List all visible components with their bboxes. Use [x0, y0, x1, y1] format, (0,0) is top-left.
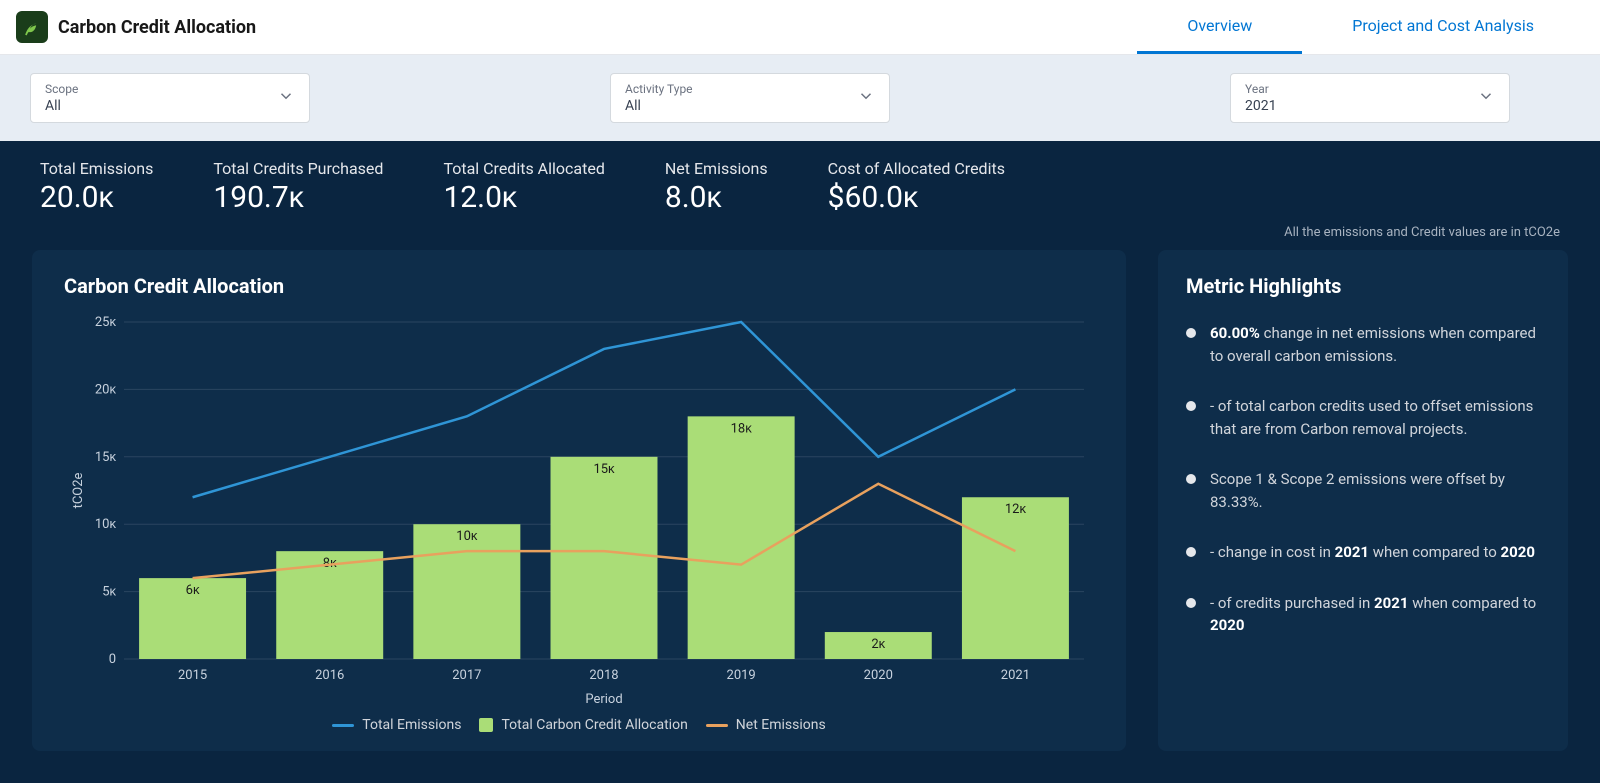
highlights-title: Metric Highlights — [1186, 274, 1540, 298]
kpi-value: 20.0ᴋ — [40, 180, 153, 215]
chevron-down-icon — [1477, 87, 1495, 109]
kpi-label: Cost of Allocated Credits — [828, 159, 1005, 178]
svg-text:10ᴋ: 10ᴋ — [95, 517, 117, 532]
bullet-icon — [1186, 598, 1196, 608]
svg-text:2015: 2015 — [178, 668, 207, 683]
page-title: Carbon Credit Allocation — [58, 17, 256, 38]
header-bar: Carbon Credit Allocation Overview Projec… — [0, 0, 1600, 55]
chart-svg: 05ᴋ10ᴋ15ᴋ20ᴋ25ᴋ6ᴋ8ᴋ10ᴋ15ᴋ18ᴋ2ᴋ12ᴋ2015201… — [64, 312, 1094, 709]
svg-text:18ᴋ: 18ᴋ — [731, 421, 753, 436]
svg-text:5ᴋ: 5ᴋ — [102, 585, 116, 600]
filter-year-value: 2021 — [1245, 98, 1495, 114]
leaf-icon — [22, 17, 42, 37]
bullet-icon — [1186, 401, 1196, 411]
filter-year-label: Year — [1245, 82, 1495, 96]
bullet-icon — [1186, 328, 1196, 338]
chart-area: 05ᴋ10ᴋ15ᴋ20ᴋ25ᴋ6ᴋ8ᴋ10ᴋ15ᴋ18ᴋ2ᴋ12ᴋ2015201… — [64, 312, 1094, 709]
kpi-value: $60.0ᴋ — [828, 180, 1005, 215]
chart-title: Carbon Credit Allocation — [64, 274, 1094, 298]
filter-activity[interactable]: Activity Type All — [610, 73, 890, 123]
legend-label: Total Carbon Credit Allocation — [501, 717, 687, 733]
svg-text:Period: Period — [585, 692, 622, 707]
filter-bar: Scope All Activity Type All Year 2021 — [0, 55, 1600, 141]
highlight-item: - of credits purchased in 2021 when comp… — [1186, 592, 1540, 637]
chart-legend: Total Emissions Total Carbon Credit Allo… — [64, 717, 1094, 733]
svg-text:2020: 2020 — [864, 668, 893, 683]
filter-scope-value: All — [45, 98, 295, 114]
highlight-item: - of total carbon credits used to offset… — [1186, 395, 1540, 440]
highlight-item: - change in cost in 2021 when compared t… — [1186, 541, 1540, 564]
bullet-icon — [1186, 474, 1196, 484]
legend-label: Net Emissions — [736, 717, 826, 733]
svg-text:2019: 2019 — [727, 668, 756, 683]
svg-text:0: 0 — [109, 652, 116, 667]
highlights-list: 60.00% change in net emissions when comp… — [1186, 322, 1540, 637]
svg-text:tCO2e: tCO2e — [71, 472, 86, 508]
kpi-label: Net Emissions — [665, 159, 768, 178]
kpi-value: 190.7ᴋ — [213, 180, 383, 215]
svg-text:15ᴋ: 15ᴋ — [95, 450, 117, 465]
highlight-text: - change in cost in 2021 when compared t… — [1210, 541, 1535, 564]
svg-text:20ᴋ: 20ᴋ — [95, 382, 117, 397]
filter-scope[interactable]: Scope All — [30, 73, 310, 123]
svg-text:2018: 2018 — [589, 668, 618, 683]
units-note: All the emissions and Credit values are … — [0, 221, 1600, 250]
dashboard-body: Total Emissions 20.0ᴋ Total Credits Purc… — [0, 141, 1600, 783]
chevron-down-icon — [857, 87, 875, 109]
legend-total-emissions: Total Emissions — [332, 717, 461, 733]
kpi-credits-allocated: Total Credits Allocated 12.0ᴋ — [443, 159, 604, 215]
chevron-down-icon — [277, 87, 295, 109]
kpi-total-emissions: Total Emissions 20.0ᴋ — [40, 159, 153, 215]
highlight-text: 60.00% change in net emissions when comp… — [1210, 322, 1540, 367]
bullet-icon — [1186, 547, 1196, 557]
chart-panel: Carbon Credit Allocation 0 5ᴋ 10ᴋ 15ᴋ 20ᴋ 25ᴋ… — [32, 250, 1126, 751]
highlight-text: Scope 1 & Scope 2 emissions were offset … — [1210, 468, 1540, 513]
highlight-item: 60.00% change in net emissions when comp… — [1186, 322, 1540, 367]
tab-project-cost[interactable]: Project and Cost Analysis — [1302, 0, 1584, 54]
legend-allocation: Total Carbon Credit Allocation — [479, 717, 687, 733]
filter-activity-value: All — [625, 98, 875, 114]
panels-row: Carbon Credit Allocation 0 5ᴋ 10ᴋ 15ᴋ 20ᴋ 25ᴋ… — [0, 250, 1600, 783]
highlight-item: Scope 1 & Scope 2 emissions were offset … — [1186, 468, 1540, 513]
kpi-row: Total Emissions 20.0ᴋ Total Credits Purc… — [0, 141, 1600, 221]
kpi-label: Total Emissions — [40, 159, 153, 178]
filter-year[interactable]: Year 2021 — [1230, 73, 1510, 123]
kpi-credits-purchased: Total Credits Purchased 190.7ᴋ — [213, 159, 383, 215]
highlight-text: - of credits purchased in 2021 when comp… — [1210, 592, 1540, 637]
legend-swatch — [479, 718, 493, 732]
svg-text:2017: 2017 — [452, 668, 481, 683]
kpi-value: 12.0ᴋ — [443, 180, 604, 215]
svg-text:15ᴋ: 15ᴋ — [593, 462, 615, 477]
legend-swatch — [332, 724, 354, 727]
kpi-cost-allocated: Cost of Allocated Credits $60.0ᴋ — [828, 159, 1005, 215]
legend-net-emissions: Net Emissions — [706, 717, 826, 733]
svg-text:6ᴋ: 6ᴋ — [186, 583, 200, 598]
svg-text:2ᴋ: 2ᴋ — [871, 637, 885, 652]
kpi-label: Total Credits Purchased — [213, 159, 383, 178]
svg-text:2016: 2016 — [315, 668, 344, 683]
legend-swatch — [706, 724, 728, 727]
svg-text:2021: 2021 — [1001, 668, 1030, 683]
filter-activity-label: Activity Type — [625, 82, 875, 96]
svg-text:12ᴋ: 12ᴋ — [1005, 502, 1027, 517]
svg-text:10ᴋ: 10ᴋ — [456, 529, 478, 544]
kpi-value: 8.0ᴋ — [665, 180, 768, 215]
kpi-net-emissions: Net Emissions 8.0ᴋ — [665, 159, 768, 215]
highlight-text: - of total carbon credits used to offset… — [1210, 395, 1540, 440]
app-logo — [16, 11, 48, 43]
kpi-label: Total Credits Allocated — [443, 159, 604, 178]
tab-overview[interactable]: Overview — [1137, 0, 1302, 54]
tabs: Overview Project and Cost Analysis — [1137, 0, 1584, 54]
filter-scope-label: Scope — [45, 82, 295, 96]
legend-label: Total Emissions — [362, 717, 461, 733]
highlights-panel: Metric Highlights 60.00% change in net e… — [1158, 250, 1568, 751]
svg-text:25ᴋ: 25ᴋ — [95, 315, 117, 330]
